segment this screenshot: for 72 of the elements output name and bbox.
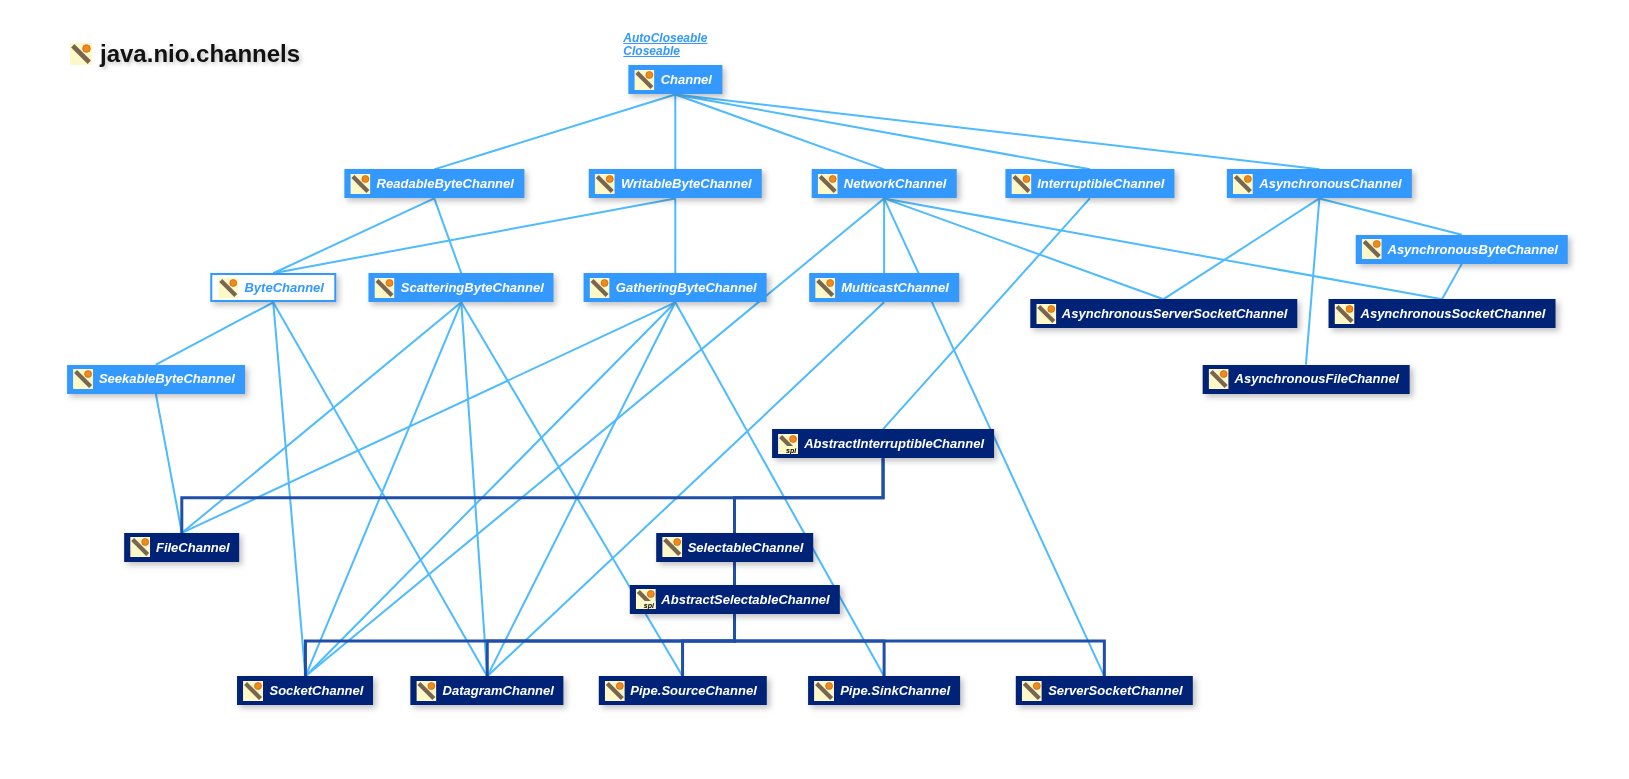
class-icon bbox=[1233, 173, 1254, 194]
node-label: Pipe.SourceChannel bbox=[630, 682, 757, 701]
interface-node[interactable]: NetworkChannel bbox=[811, 169, 957, 199]
node-label: ByteChannel bbox=[244, 278, 324, 297]
interface-node[interactable]: ReadableByteChannel bbox=[344, 169, 524, 199]
class-node[interactable]: AsynchronousSocketChannel bbox=[1328, 299, 1556, 329]
interface-node[interactable]: AsynchronousByteChannel bbox=[1355, 234, 1568, 264]
class-icon bbox=[1035, 303, 1056, 324]
node-label: AbstractSelectableChannel bbox=[661, 590, 830, 609]
class-node[interactable]: AsynchronousFileChannel bbox=[1202, 364, 1410, 394]
node-label: NetworkChannel bbox=[843, 175, 947, 194]
node-label: MulticastChannel bbox=[841, 278, 949, 297]
interface-node[interactable]: ByteChannel bbox=[210, 273, 336, 303]
class-icon bbox=[604, 680, 625, 701]
class-icon bbox=[1011, 173, 1032, 194]
class-node[interactable]: Pipe.SinkChannel bbox=[808, 676, 960, 706]
node-label: AsynchronousServerSocketChannel bbox=[1061, 304, 1288, 323]
class-icon bbox=[72, 369, 93, 390]
node-label: AsynchronousSocketChannel bbox=[1360, 304, 1546, 323]
superinterface-link[interactable]: Closeable bbox=[623, 44, 708, 58]
node-label: AbstractInterruptibleChannel bbox=[804, 434, 984, 453]
node-label: ReadableByteChannel bbox=[376, 175, 514, 194]
node-label: SocketChannel bbox=[269, 682, 364, 701]
class-icon bbox=[1361, 239, 1382, 260]
node-label: SeekableByteChannel bbox=[98, 370, 235, 389]
node-label: FileChannel bbox=[155, 538, 230, 557]
interface-node[interactable]: Channel bbox=[628, 65, 722, 95]
interface-node[interactable]: AsynchronousChannel bbox=[1227, 169, 1412, 199]
class-node[interactable]: FileChannel bbox=[123, 532, 240, 562]
interface-node[interactable]: ScatteringByteChannel bbox=[368, 273, 554, 303]
class-icon bbox=[589, 277, 610, 298]
class-icon bbox=[1334, 303, 1355, 324]
node-label: SelectableChannel bbox=[687, 538, 804, 557]
class-icon bbox=[661, 537, 682, 558]
node-label: DatagramChannel bbox=[442, 682, 554, 701]
interface-node[interactable]: MulticastChannel bbox=[809, 273, 959, 303]
superinterface-link[interactable]: AutoCloseable bbox=[623, 32, 708, 45]
class-icon bbox=[243, 680, 264, 701]
node-label: AsynchronousByteChannel bbox=[1387, 240, 1558, 259]
node-label: GatheringByteChannel bbox=[615, 278, 757, 297]
class-node[interactable]: ServerSocketChannel bbox=[1016, 676, 1193, 706]
node-label: InterruptibleChannel bbox=[1037, 175, 1165, 194]
node-label: AsynchronousFileChannel bbox=[1234, 370, 1400, 389]
class-icon bbox=[218, 277, 239, 298]
class-node[interactable]: AsynchronousServerSocketChannel bbox=[1029, 299, 1298, 329]
package-icon bbox=[70, 43, 92, 65]
class-icon bbox=[814, 680, 835, 701]
node-label: WritableByteChannel bbox=[621, 175, 752, 194]
class-icon bbox=[374, 277, 395, 298]
class-icon bbox=[595, 173, 615, 194]
class-icon bbox=[815, 277, 836, 298]
class-icon bbox=[350, 173, 371, 194]
class-node[interactable]: SelectableChannel bbox=[655, 532, 814, 562]
class-icon bbox=[416, 680, 437, 701]
class-node[interactable]: Pipe.SourceChannel bbox=[598, 676, 767, 706]
node-label: Pipe.SinkChannel bbox=[840, 682, 950, 701]
interface-node[interactable]: InterruptibleChannel bbox=[1005, 169, 1175, 199]
class-node[interactable]: DatagramChannel bbox=[410, 676, 564, 706]
node-label: AsynchronousChannel bbox=[1259, 175, 1402, 194]
interface-node[interactable]: WritableByteChannel bbox=[589, 169, 762, 199]
package-title: java.nio.channels bbox=[100, 39, 301, 69]
class-icon bbox=[634, 69, 655, 90]
node-label: ServerSocketChannel bbox=[1048, 682, 1183, 701]
interface-node[interactable]: GatheringByteChannel bbox=[583, 273, 767, 303]
node-label: Channel bbox=[660, 71, 712, 90]
class-icon bbox=[817, 173, 838, 194]
class-icon bbox=[1208, 369, 1229, 390]
class-icon bbox=[1022, 680, 1043, 701]
class-node[interactable]: SocketChannel bbox=[237, 676, 374, 706]
class-icon bbox=[129, 537, 150, 558]
interface-node[interactable]: SeekableByteChannel bbox=[66, 364, 245, 394]
node-label: ScatteringByteChannel bbox=[400, 278, 544, 297]
